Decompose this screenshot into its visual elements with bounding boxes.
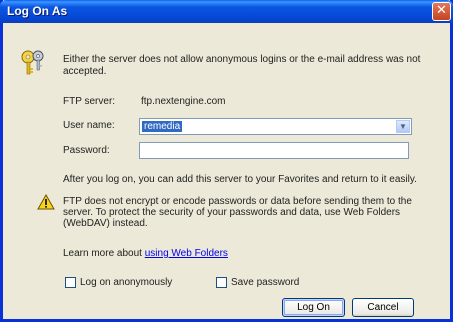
favorites-hint: After you log on, you can add this serve… [63,174,417,185]
log-on-button[interactable]: Log On [282,298,345,317]
log-on-anonymously-label[interactable]: Log on anonymously [80,277,172,288]
password-field[interactable] [139,142,409,159]
learn-more-prefix: Learn more about [63,248,145,259]
log-on-anonymously-checkbox[interactable] [65,277,76,288]
close-icon: ✕ [436,3,447,18]
title-bar[interactable]: Log On As ✕ [0,0,453,23]
ftp-server-label: FTP server: [63,96,116,107]
logon-dialog: Log On As ✕ Either the server does not a… [0,0,453,322]
keys-icon [21,50,44,75]
user-name-value[interactable]: remedia [142,121,183,132]
ftp-server-value: ftp.nextengine.com [141,96,226,107]
password-label: Password: [63,145,110,156]
chevron-down-icon: ▼ [399,122,407,131]
user-name-dropdown-button[interactable]: ▼ [396,120,410,133]
warning-icon [37,194,55,210]
dialog-title: Log On As [7,4,68,18]
intro-message: Either the server does not allow anonymo… [63,54,421,77]
user-name-label: User name: [63,120,115,131]
cancel-button[interactable]: Cancel [352,298,414,317]
save-password-checkbox[interactable] [216,277,227,288]
security-warning: FTP does not encrypt or encode passwords… [63,196,412,229]
user-name-combobox[interactable]: remedia ▼ [139,118,412,135]
web-folders-link[interactable]: using Web Folders [145,248,228,259]
learn-more-row: Learn more about using Web Folders [63,248,228,259]
save-password-label[interactable]: Save password [231,277,299,288]
close-button[interactable]: ✕ [432,2,451,21]
